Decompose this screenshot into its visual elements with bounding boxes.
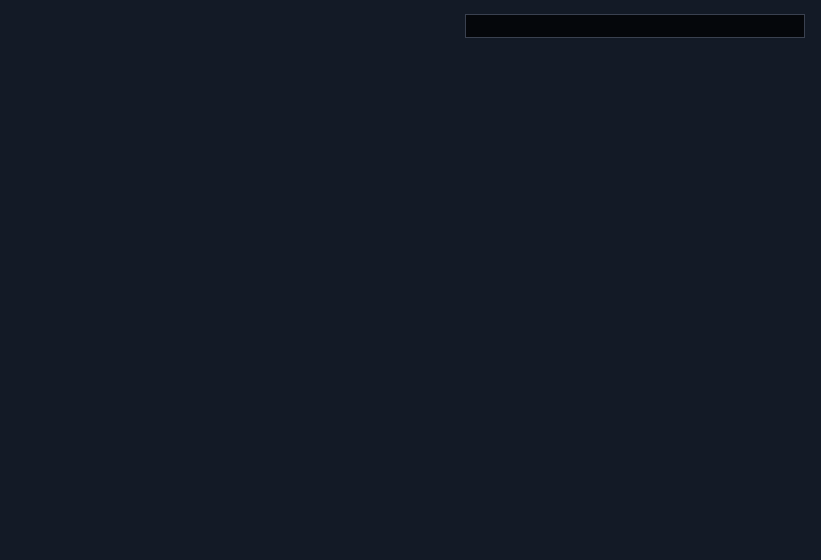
chart-tooltip bbox=[465, 14, 805, 38]
chart-legend bbox=[0, 508, 821, 560]
chart-canvas bbox=[0, 0, 821, 505]
chart-plot-area[interactable] bbox=[0, 0, 821, 505]
financial-chart-widget bbox=[0, 0, 821, 560]
tooltip-date bbox=[476, 23, 794, 31]
